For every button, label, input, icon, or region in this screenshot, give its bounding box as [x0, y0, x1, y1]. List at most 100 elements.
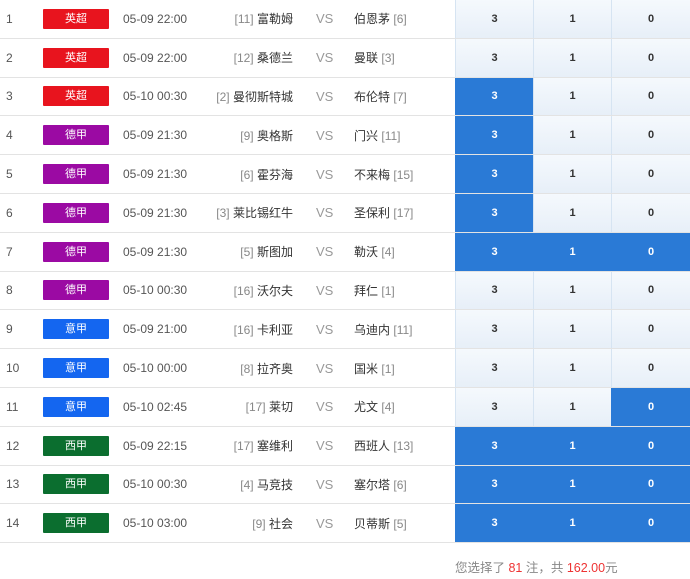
vs-label: VS: [316, 244, 334, 260]
odds-option-draw[interactable]: 1: [533, 349, 611, 387]
odds-option-loss[interactable]: 0: [611, 271, 690, 310]
away-team-name: 勒沃: [354, 245, 379, 260]
odds-option-loss[interactable]: 0: [611, 0, 690, 38]
odds-option-win[interactable]: 3: [455, 193, 533, 232]
match-row: 14 西甲 05-10 03:00 [9] 社会 VS 贝蒂斯 [5] 310: [0, 504, 690, 544]
vs-label: VS: [316, 438, 334, 454]
away-rank: [6]: [393, 12, 407, 27]
vs-label: VS: [316, 282, 334, 298]
odds-option-draw[interactable]: 1: [533, 232, 611, 271]
odds-option-draw[interactable]: 1: [533, 193, 611, 232]
away-team: 塞尔塔 [6]: [354, 476, 407, 493]
match-row: 7 德甲 05-09 21:30 [5] 斯图加 VS 勒沃 [4] 310: [0, 232, 690, 272]
home-rank: [9]: [252, 516, 266, 531]
away-team-name: 门兴: [354, 128, 379, 143]
odds-option-loss[interactable]: 0: [611, 387, 690, 426]
match-row: 2 英超 05-09 22:00 [12] 桑德兰 VS 曼联 [3] 310: [0, 38, 690, 78]
odds-option-draw[interactable]: 1: [533, 0, 611, 38]
odds-options: 310: [455, 116, 690, 155]
home-rank: [12]: [233, 51, 254, 66]
away-rank: [4]: [381, 245, 395, 260]
odds-option-win[interactable]: 3: [455, 387, 533, 426]
summary-suffix: 元: [605, 561, 618, 575]
home-team-name: 塞维利: [256, 439, 293, 454]
odds-option-win[interactable]: 3: [455, 38, 533, 77]
odds-option-loss[interactable]: 0: [611, 504, 690, 543]
odds-option-draw[interactable]: 1: [533, 38, 611, 77]
home-team-name: 桑德兰: [256, 51, 293, 66]
away-team: 曼联 [3]: [354, 49, 395, 66]
odds-option-loss[interactable]: 0: [611, 116, 690, 155]
odds-option-loss[interactable]: 0: [611, 193, 690, 232]
away-team: 伯恩茅 [6]: [354, 10, 407, 27]
away-team-name: 国米: [354, 361, 379, 376]
away-team: 布伦特 [7]: [354, 88, 407, 105]
home-rank: [8]: [240, 361, 254, 376]
away-team: 贝蒂斯 [5]: [354, 515, 407, 532]
away-rank: [6]: [393, 477, 407, 492]
odds-options: 310: [455, 193, 690, 232]
odds-option-loss[interactable]: 0: [611, 38, 690, 77]
home-team-name: 富勒姆: [256, 12, 293, 27]
away-team-name: 尤文: [354, 400, 379, 415]
odds-option-win[interactable]: 3: [455, 0, 533, 38]
vs-label: VS: [316, 515, 334, 531]
away-team: 国米 [1]: [354, 360, 395, 377]
odds-option-draw[interactable]: 1: [533, 271, 611, 310]
match-number: 1: [6, 11, 13, 26]
odds-option-loss[interactable]: 0: [611, 310, 690, 349]
away-team-name: 贝蒂斯: [354, 516, 391, 531]
match-number: 11: [6, 399, 19, 414]
away-team: 拜仁 [1]: [354, 282, 395, 299]
odds-option-win[interactable]: 3: [455, 77, 533, 116]
match-row: 6 德甲 05-09 21:30 [3] 莱比锡红牛 VS 圣保利 [17] 3…: [0, 193, 690, 233]
odds-option-win[interactable]: 3: [455, 349, 533, 387]
away-rank: [17]: [393, 206, 414, 221]
home-team: [17] 塞维利: [95, 437, 295, 454]
odds-option-draw[interactable]: 1: [533, 426, 611, 465]
odds-option-win[interactable]: 3: [455, 271, 533, 310]
odds-option-draw[interactable]: 1: [533, 465, 611, 504]
odds-option-loss[interactable]: 0: [611, 349, 690, 387]
total-amount: 162.00: [566, 561, 606, 575]
away-team: 尤文 [4]: [354, 398, 395, 415]
selection-summary: 您选择了 81 注，共 162.00元: [455, 557, 618, 576]
odds-option-win[interactable]: 3: [455, 426, 533, 465]
odds-option-loss[interactable]: 0: [611, 155, 690, 193]
vs-label: VS: [316, 50, 334, 66]
odds-option-draw[interactable]: 1: [533, 77, 611, 116]
odds-option-win[interactable]: 3: [455, 116, 533, 155]
odds-options: 310: [455, 310, 690, 349]
odds-options: 310: [455, 38, 690, 77]
home-team: [16] 沃尔夫: [95, 282, 295, 299]
odds-option-win[interactable]: 3: [455, 465, 533, 504]
away-team: 门兴 [11]: [354, 127, 400, 144]
away-team-name: 不来梅: [354, 167, 391, 182]
odds-option-draw[interactable]: 1: [533, 387, 611, 426]
odds-option-win[interactable]: 3: [455, 310, 533, 349]
odds-option-win[interactable]: 3: [455, 232, 533, 271]
odds-options: 310: [455, 232, 690, 271]
away-rank: [11]: [393, 322, 413, 337]
odds-option-loss[interactable]: 0: [611, 232, 690, 271]
odds-options: 310: [455, 349, 690, 387]
match-row: 11 意甲 05-10 02:45 [17] 莱切 VS 尤文 [4] 310: [0, 387, 690, 427]
odds-option-draw[interactable]: 1: [533, 504, 611, 543]
odds-option-draw[interactable]: 1: [533, 310, 611, 349]
odds-option-win[interactable]: 3: [455, 155, 533, 193]
home-team: [16] 卡利亚: [95, 321, 295, 338]
home-team-name: 社会: [268, 516, 293, 531]
odds-option-loss[interactable]: 0: [611, 426, 690, 465]
home-team: [4] 马竞技: [95, 476, 295, 493]
odds-option-loss[interactable]: 0: [611, 465, 690, 504]
odds-option-loss[interactable]: 0: [611, 77, 690, 116]
away-team-name: 拜仁: [354, 283, 379, 298]
away-rank: [11]: [381, 128, 401, 143]
odds-option-draw[interactable]: 1: [533, 155, 611, 193]
match-number: 6: [6, 205, 13, 220]
home-rank: [5]: [240, 245, 254, 260]
odds-option-win[interactable]: 3: [455, 504, 533, 543]
match-row: 5 德甲 05-09 21:30 [6] 霍芬海 VS 不来梅 [15] 310: [0, 155, 690, 194]
away-rank: [3]: [381, 51, 395, 66]
odds-option-draw[interactable]: 1: [533, 116, 611, 155]
